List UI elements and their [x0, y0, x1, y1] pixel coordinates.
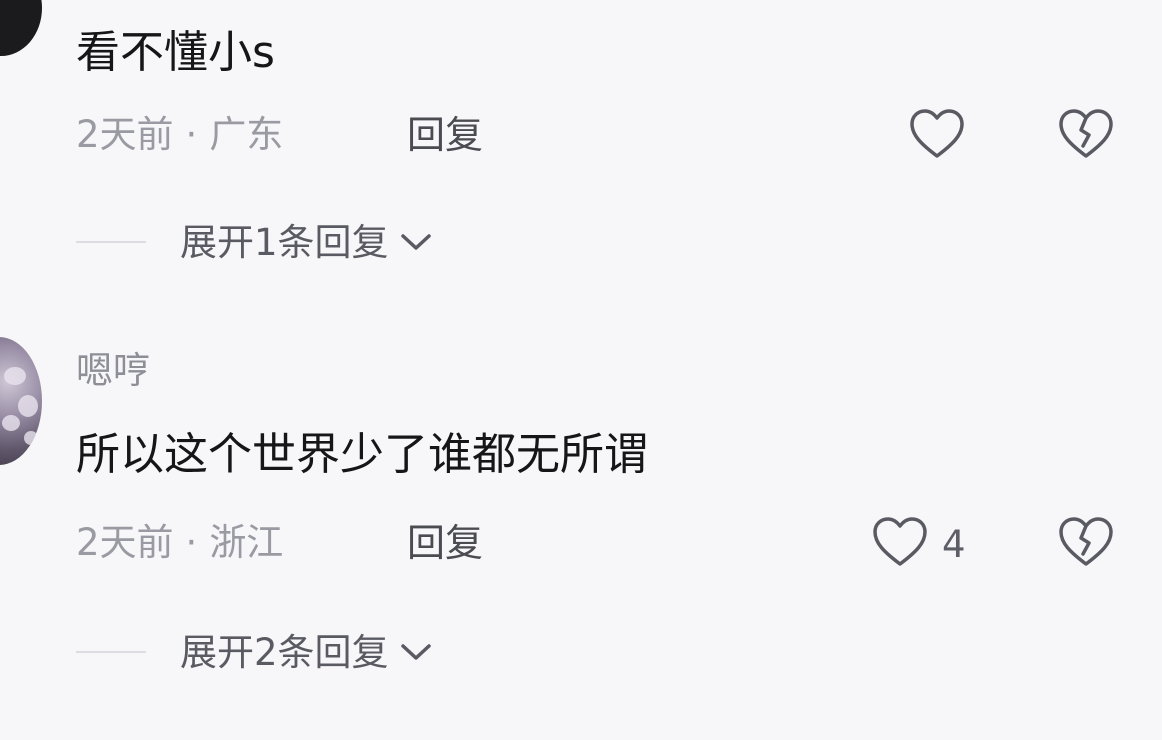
- separator-dot: ·: [185, 113, 198, 156]
- comment-content: 看不懂小s: [76, 27, 275, 78]
- expand-replies-button[interactable]: 展开2条回复: [76, 630, 433, 674]
- like-count: 4: [942, 523, 966, 566]
- heart-outline-icon[interactable]: [872, 516, 928, 568]
- broken-heart-icon[interactable]: [1058, 108, 1114, 160]
- user-avatar[interactable]: [0, 337, 42, 465]
- chevron-down-icon: [400, 644, 431, 660]
- separator-dot: ·: [185, 521, 198, 564]
- reply-button[interactable]: 回复: [407, 524, 483, 562]
- username[interactable]: 嗯哼: [76, 352, 150, 389]
- comment-location: 浙江: [209, 521, 284, 564]
- expand-replies-button[interactable]: 展开1条回复: [76, 220, 433, 264]
- expand-replies-label: 展开2条回复: [180, 630, 389, 674]
- heart-outline-icon[interactable]: [909, 108, 965, 160]
- comment-content: 所以这个世界少了谁都无所谓: [76, 429, 648, 480]
- comment-time: 2天前: [76, 521, 174, 564]
- user-avatar[interactable]: [0, 0, 42, 56]
- expand-replies-label: 展开1条回复: [180, 220, 389, 264]
- chevron-down-icon: [400, 234, 431, 250]
- divider-line: [76, 241, 146, 243]
- reply-button[interactable]: 回复: [407, 116, 483, 154]
- comment-time: 2天前: [76, 113, 174, 156]
- comment-meta: 2天前 · 广东: [76, 116, 283, 153]
- broken-heart-icon[interactable]: [1058, 516, 1114, 568]
- comment-location: 广东: [209, 113, 284, 156]
- divider-line: [76, 651, 146, 653]
- comment-meta: 2天前 · 浙江: [76, 524, 283, 561]
